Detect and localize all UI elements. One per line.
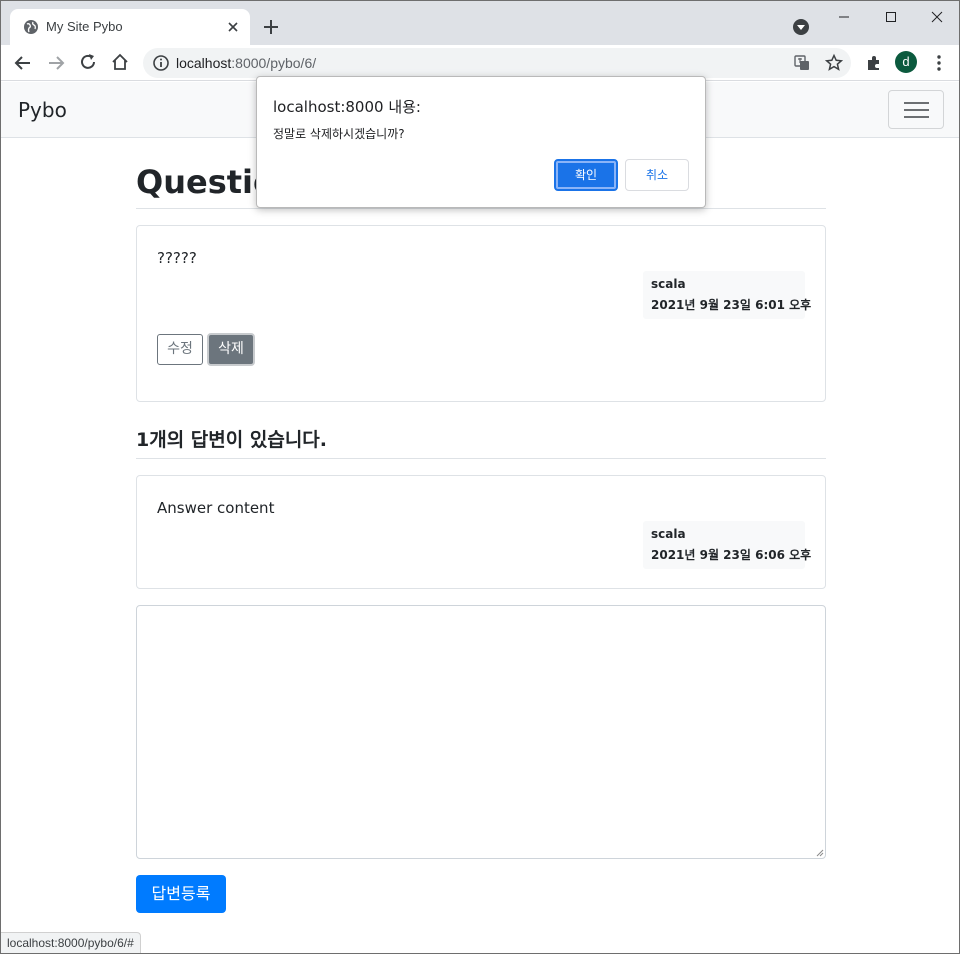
page-viewport: Pybo Question ????? scala 2021년 9월 23일 6… (1, 82, 959, 953)
home-icon[interactable] (110, 52, 130, 72)
dialog-cancel-button[interactable]: 취소 (625, 159, 689, 191)
profile-avatar[interactable]: d (895, 51, 917, 73)
question-author: scala (651, 277, 686, 291)
answer-count: 1 (136, 429, 150, 451)
hamburger-line (904, 116, 929, 118)
url-path: :8000/pybo/6/ (231, 55, 317, 71)
url-host: localhost (176, 55, 232, 71)
site-info-icon[interactable] (151, 53, 171, 73)
dialog-message: 정말로 삭제하시겠습니까? (273, 127, 405, 141)
question-date: 2021년 9월 23일 6:01 오후 (651, 298, 812, 312)
question-content: ????? (157, 249, 197, 267)
confirm-dialog: localhost:8000 내용: 정말로 삭제하시겠습니까? 확인 취소 (256, 76, 706, 208)
browser-window: My Site Pybo localhost:8000/pybo/6/ d Py… (0, 0, 960, 954)
answer-meta-badge: scala 2021년 9월 23일 6:06 오후 (643, 521, 811, 569)
back-arrow-icon[interactable] (13, 53, 33, 73)
question-card: ????? scala 2021년 9월 23일 6:01 오후 수정 삭제 (136, 225, 826, 402)
answer-textarea[interactable] (136, 605, 826, 859)
navbar-toggler[interactable] (888, 90, 944, 129)
maximize-icon[interactable] (881, 7, 901, 27)
tab-title: My Site Pybo (46, 19, 123, 34)
edit-button[interactable]: 수정 (157, 334, 203, 365)
tab-strip: My Site Pybo (1, 1, 959, 45)
status-bar-url: localhost:8000/pybo/6/# (1, 932, 141, 953)
hamburger-line (904, 102, 929, 104)
globe-icon (24, 20, 38, 34)
minimize-icon[interactable] (834, 7, 854, 27)
answer-date: 2021년 9월 23일 6:06 오후 (651, 548, 812, 562)
new-tab-icon[interactable] (261, 17, 281, 37)
hamburger-line (904, 109, 929, 111)
resize-handle-icon[interactable] (814, 847, 824, 857)
extensions-puzzle-icon[interactable] (864, 53, 884, 73)
reload-icon[interactable] (78, 52, 98, 72)
forward-arrow-icon[interactable] (46, 53, 66, 73)
browser-tab[interactable]: My Site Pybo (10, 9, 250, 45)
title-divider (136, 208, 826, 209)
answer-card: Answer content scala 2021년 9월 23일 6:06 오… (136, 475, 826, 589)
navbar-brand[interactable]: Pybo (18, 98, 67, 122)
answers-divider (136, 458, 826, 459)
answer-content: Answer content (157, 499, 275, 517)
answer-author: scala (651, 527, 686, 541)
delete-button[interactable]: 삭제 (207, 333, 255, 366)
question-meta-badge: scala 2021년 9월 23일 6:01 오후 (643, 271, 811, 319)
dialog-title: localhost:8000 내용: (273, 98, 421, 116)
close-tab-icon[interactable] (224, 18, 242, 36)
address-bar[interactable]: localhost:8000/pybo/6/ (143, 48, 851, 78)
url-text: localhost:8000/pybo/6/ (176, 55, 316, 71)
tab-search-icon[interactable] (792, 18, 810, 36)
window-close-icon[interactable] (927, 7, 947, 27)
dialog-ok-button[interactable]: 확인 (554, 159, 618, 191)
submit-answer-button[interactable]: 답변등록 (136, 875, 226, 913)
bookmark-star-icon[interactable] (824, 53, 844, 73)
answer-count-suffix: 개의 답변이 있습니다. (149, 429, 328, 451)
translate-icon[interactable] (792, 53, 812, 73)
menu-dots-icon[interactable] (929, 53, 949, 73)
answer-count-heading: 1개의 답변이 있습니다. (136, 425, 327, 452)
